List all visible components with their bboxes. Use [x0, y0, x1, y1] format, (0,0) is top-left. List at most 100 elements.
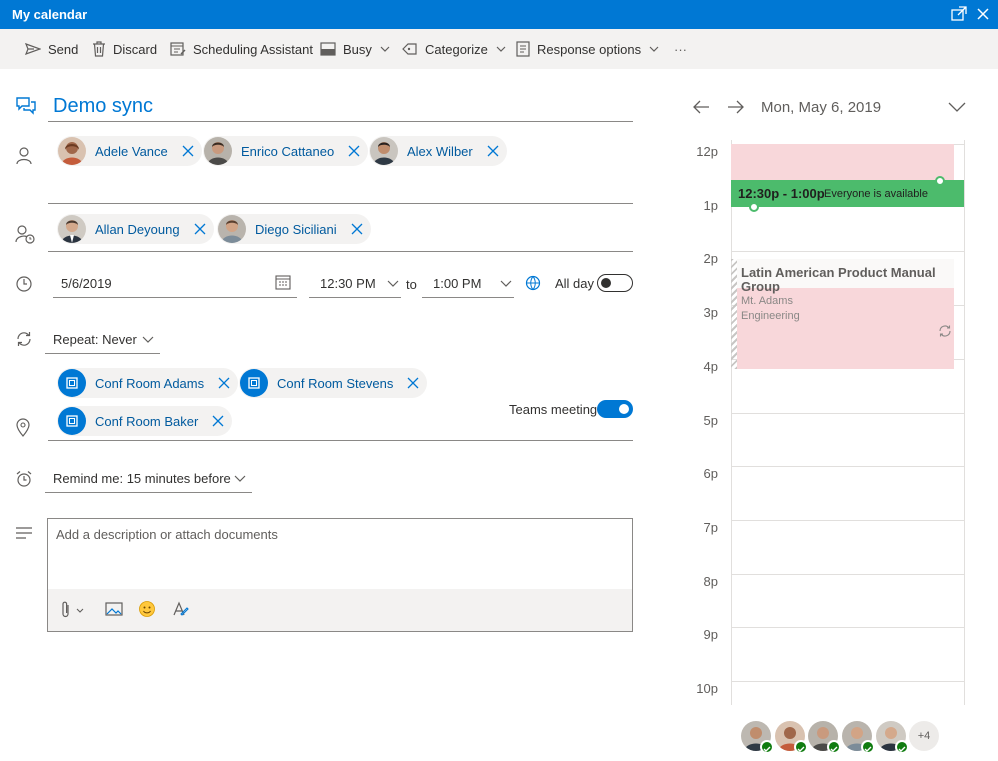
timezone-globe-icon[interactable] — [525, 275, 541, 294]
send-icon — [25, 43, 41, 55]
hour-gridline — [731, 627, 964, 629]
accepted-check-icon — [794, 740, 808, 754]
calendar-edit-icon — [170, 42, 186, 56]
attach-icon[interactable] — [62, 601, 88, 622]
more-options-button[interactable]: ··· — [674, 29, 687, 69]
room-pill[interactable]: Conf Room Adams — [57, 368, 239, 398]
tag-icon — [402, 43, 417, 55]
hour-label: 5p — [703, 412, 718, 428]
emoji-icon[interactable] — [138, 600, 156, 621]
attendee-pill[interactable]: Adele Vance — [57, 136, 202, 166]
start-time-value: 12:30 PM — [320, 276, 376, 291]
calendar-icon[interactable] — [275, 274, 291, 290]
room-pill[interactable]: Conf Room Baker — [57, 406, 233, 436]
text-lines-icon — [15, 526, 35, 546]
remove-icon[interactable] — [348, 145, 360, 157]
event-title-input[interactable]: Demo sync — [48, 92, 633, 122]
room-pill[interactable]: Conf Room Stevens — [239, 368, 428, 398]
date-picker[interactable]: 5/6/2019 — [53, 268, 297, 298]
close-icon[interactable] — [974, 5, 992, 23]
send-button[interactable]: Send — [25, 29, 78, 69]
discard-button[interactable]: Discard — [92, 29, 157, 69]
teams-meeting-toggle[interactable] — [597, 400, 633, 418]
person-optional-icon — [15, 224, 35, 244]
accepted-check-icon — [895, 740, 909, 754]
all-day-toggle[interactable] — [597, 274, 633, 292]
arrow-left-icon[interactable] — [692, 99, 710, 118]
scheduling-assistant-button[interactable]: Scheduling Assistant — [170, 29, 313, 69]
person-icon — [15, 146, 35, 166]
categorize-dropdown[interactable]: Categorize — [402, 29, 506, 69]
proposed-time-slot[interactable]: 12:30p - 1:00p Everyone is available — [731, 180, 964, 207]
formatting-toolbar — [48, 589, 632, 631]
image-icon[interactable] — [105, 601, 123, 620]
slot-resize-handle-bottom[interactable] — [749, 202, 759, 212]
room-name: Conf Room Adams — [95, 375, 205, 391]
remove-icon[interactable] — [407, 377, 419, 389]
remove-icon[interactable] — [218, 377, 230, 389]
accepted-check-icon — [827, 740, 841, 754]
slot-resize-handle-top[interactable] — [935, 176, 945, 186]
remove-icon[interactable] — [182, 145, 194, 157]
end-time-value: 1:00 PM — [433, 276, 482, 291]
chevron-down-icon[interactable] — [948, 101, 966, 116]
remove-icon[interactable] — [212, 415, 224, 427]
required-attendees-field[interactable] — [48, 203, 633, 204]
teams-meeting-label: Teams meeting — [509, 402, 598, 417]
hour-label: 9p — [703, 627, 718, 643]
optional-attendees-field[interactable] — [48, 251, 633, 252]
hour-label: 12p — [696, 144, 718, 159]
day-column-right-border — [964, 140, 965, 705]
slot-time: 12:30p - 1:00p — [738, 186, 825, 201]
avatar — [370, 137, 398, 165]
event-title: Latin American Product Manual Group — [741, 265, 936, 294]
chat-icon — [15, 96, 36, 116]
reminder-label: Remind me: 15 minutes before — [53, 471, 231, 486]
chevron-down-icon — [387, 280, 399, 287]
event-title-text: Demo sync — [53, 95, 154, 117]
room-icon — [58, 369, 86, 397]
attendee-name: Adele Vance — [95, 143, 168, 159]
remove-icon[interactable] — [194, 223, 206, 235]
format-painter-icon[interactable] — [171, 600, 189, 621]
reminder-dropdown[interactable]: Remind me: 15 minutes before — [45, 463, 252, 493]
accepted-check-icon — [760, 740, 774, 754]
remove-icon[interactable] — [487, 145, 499, 157]
attendee-pill[interactable]: Enrico Cattaneo — [203, 136, 369, 166]
start-time-dropdown[interactable]: 12:30 PM — [309, 268, 401, 298]
avatar — [204, 137, 232, 165]
hour-label: 1p — [703, 197, 718, 213]
attendee-pill[interactable]: Diego Siciliani — [217, 214, 371, 244]
hour-gridline — [731, 573, 964, 575]
attendee-avatar[interactable] — [876, 721, 909, 754]
room-name: Conf Room Stevens — [277, 375, 394, 391]
end-time-dropdown[interactable]: 1:00 PM — [422, 268, 514, 298]
remove-icon[interactable] — [351, 223, 363, 235]
more-attendees-button[interactable]: +4 — [909, 721, 939, 751]
response-options-dropdown[interactable]: Response options — [516, 29, 659, 69]
location-pin-icon — [15, 418, 35, 438]
attendee-avatar[interactable] — [842, 721, 875, 754]
status-icon — [320, 42, 336, 56]
hour-gridline — [731, 466, 964, 468]
attendee-avatar[interactable] — [808, 721, 841, 754]
to-label: to — [406, 277, 417, 292]
room-name: Conf Room Baker — [95, 413, 199, 429]
busy-dropdown[interactable]: Busy — [320, 29, 390, 69]
location-field[interactable] — [48, 440, 633, 441]
avatar — [218, 215, 246, 243]
attendee-name: Alex Wilber — [407, 143, 473, 159]
attendee-pill[interactable]: Alex Wilber — [369, 136, 507, 166]
description-editor[interactable]: Add a description or attach documents — [47, 518, 633, 632]
hour-label: 4p — [703, 358, 718, 374]
trash-icon — [93, 41, 105, 57]
arrow-right-icon[interactable] — [727, 99, 745, 118]
popout-icon[interactable] — [950, 5, 968, 23]
attendee-avatar[interactable] — [775, 721, 808, 754]
attendee-pill[interactable]: Allan Deyoung — [57, 214, 214, 244]
attendee-avatar[interactable] — [741, 721, 774, 754]
hour-label: 7p — [703, 519, 718, 535]
chevron-down-icon — [142, 336, 154, 343]
repeat-dropdown[interactable]: Repeat: Never — [45, 324, 160, 354]
calendar-event[interactable]: Latin American Product Manual Group Mt. … — [731, 259, 954, 369]
